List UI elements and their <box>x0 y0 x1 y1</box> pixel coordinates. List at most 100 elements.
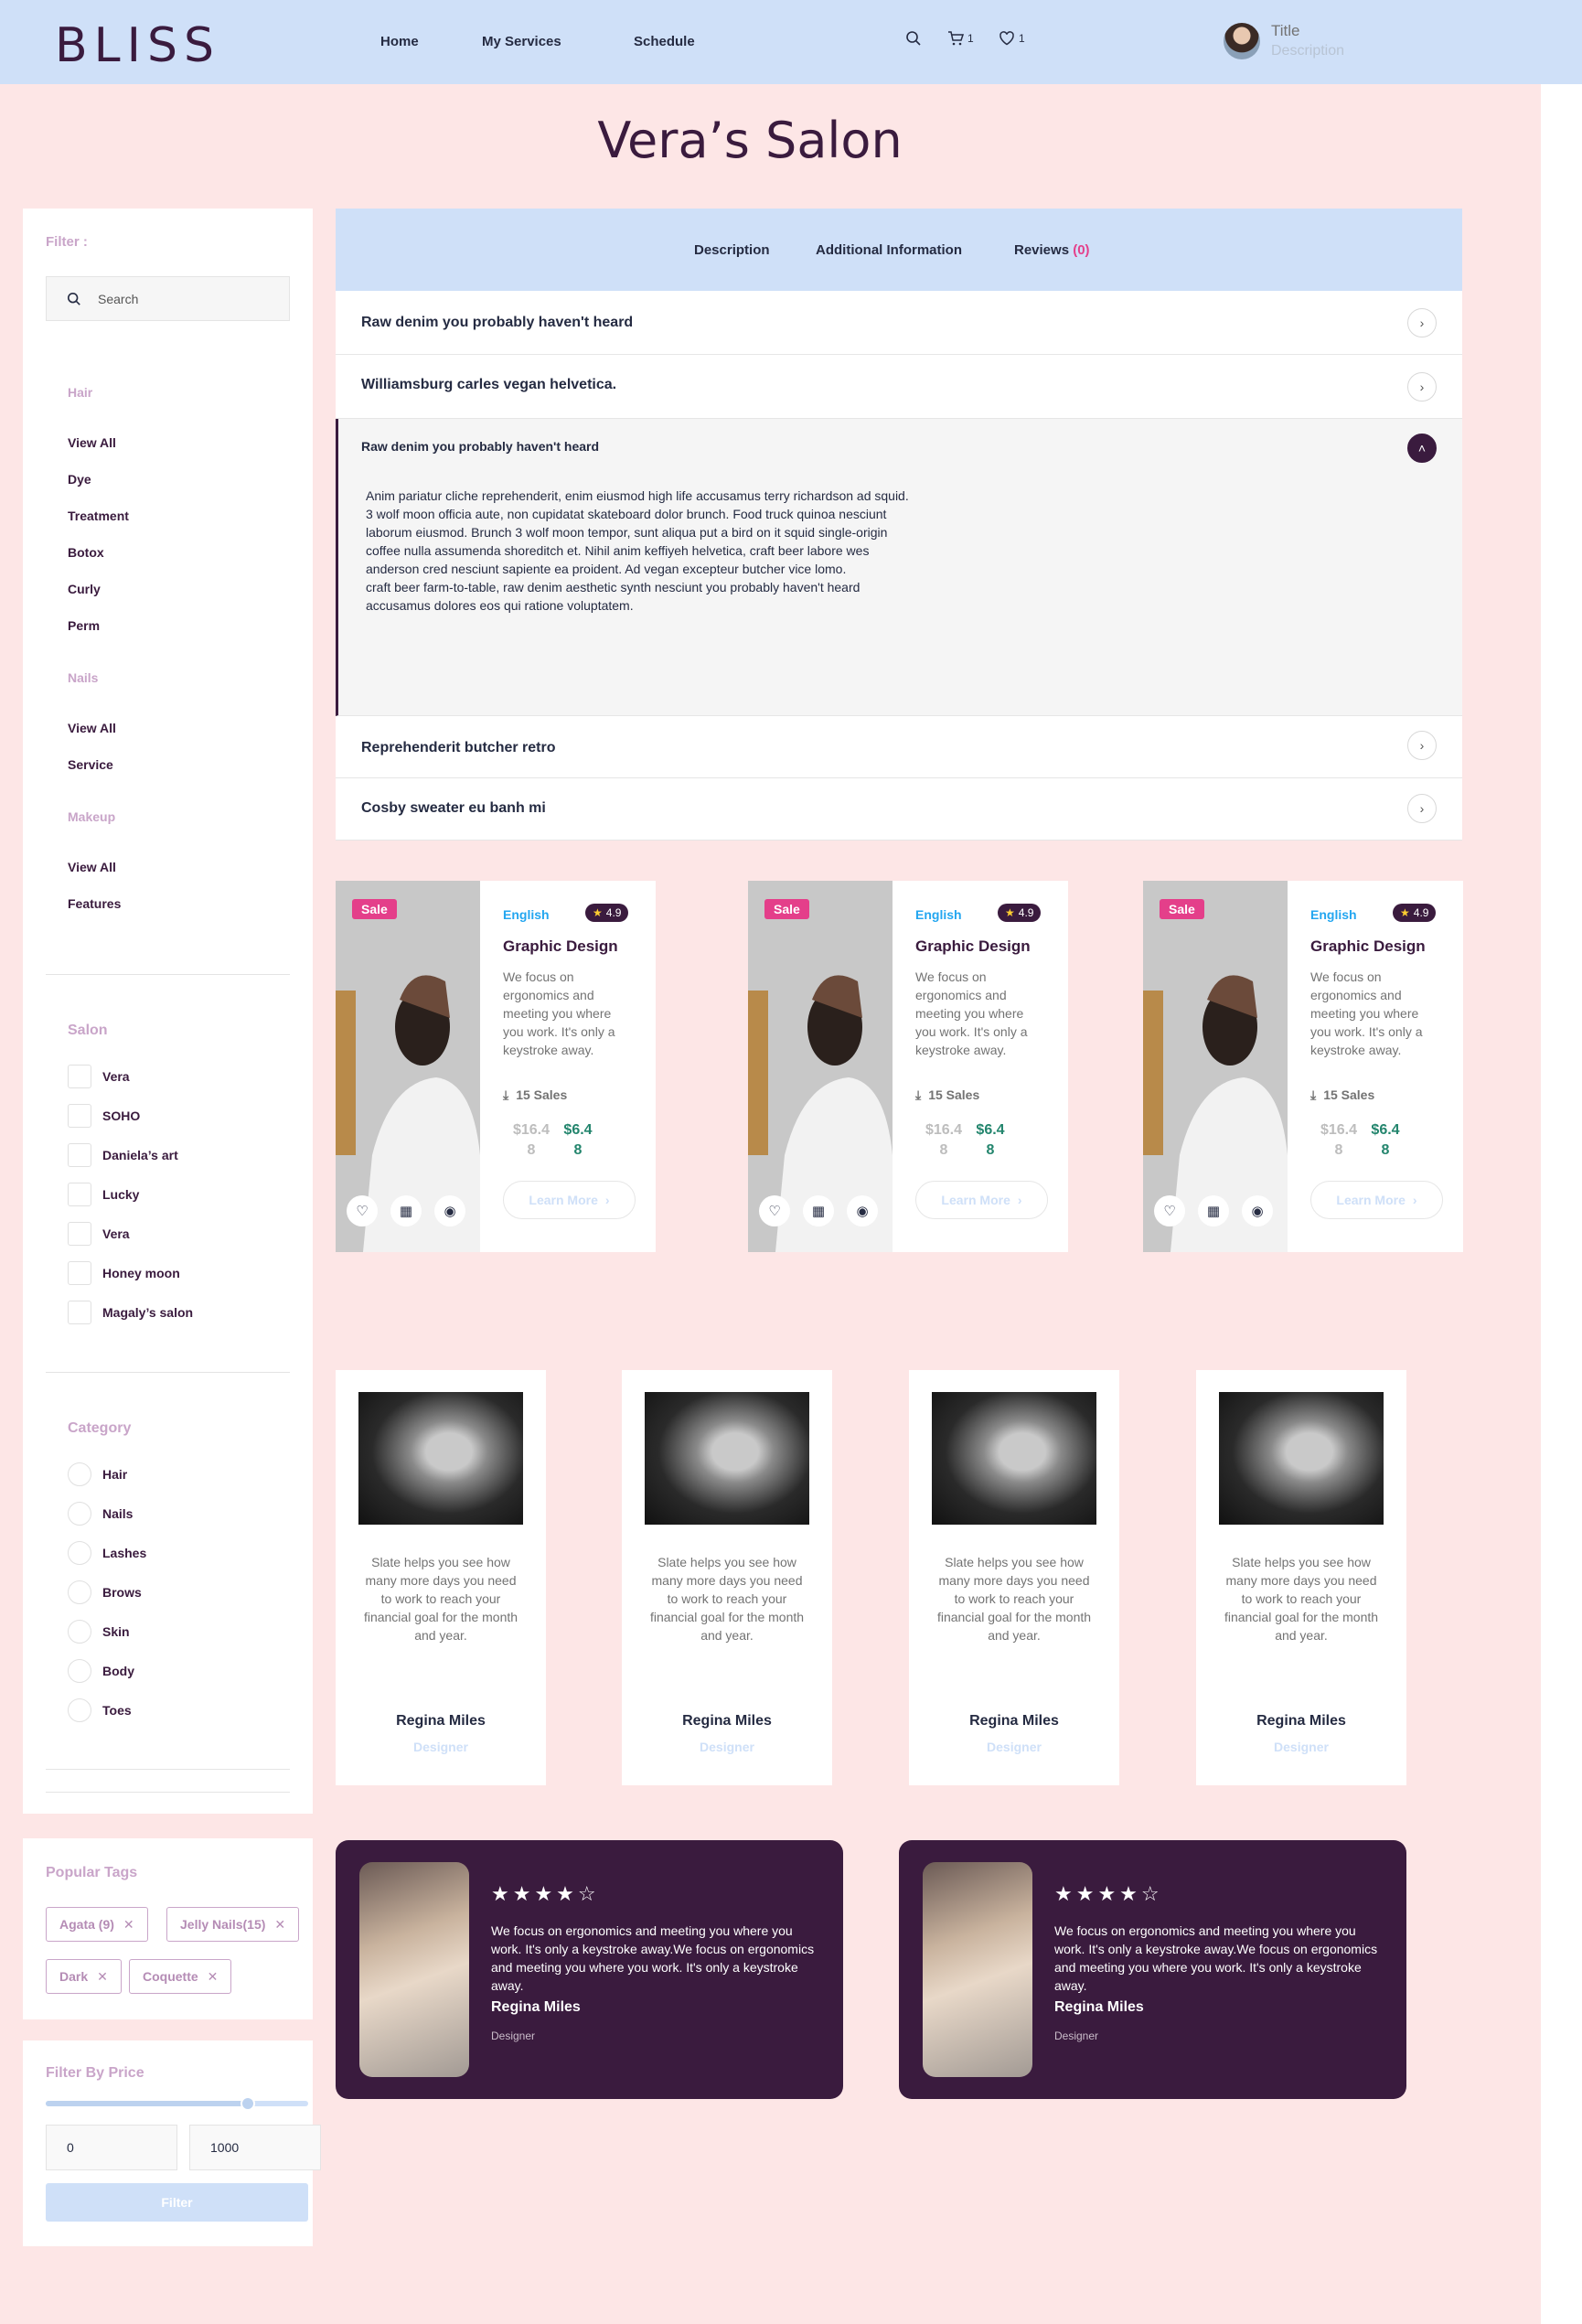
chevron-right-icon[interactable]: › <box>1407 372 1437 402</box>
salon-checkbox-soho[interactable]: SOHO <box>68 1104 140 1128</box>
hair-dye[interactable]: Dye <box>68 472 91 487</box>
nav-my-services[interactable]: My Services <box>482 34 561 49</box>
radio[interactable] <box>68 1620 91 1644</box>
accordion-item-4[interactable]: Reprehenderit butcher retro › <box>336 716 1462 778</box>
testimonial-name: Regina Miles <box>491 1999 581 2015</box>
eye-icon[interactable]: ◉ <box>1242 1195 1273 1226</box>
tag-label: Agata (9) <box>59 1917 114 1932</box>
wishlist-button[interactable]: 1 <box>999 30 1025 47</box>
tag-jelly-nails[interactable]: Jelly Nails(15) ✕ <box>166 1907 300 1942</box>
new-price: $6.48 <box>976 1122 1005 1158</box>
learn-more-button[interactable]: Learn More › <box>915 1181 1048 1219</box>
tab-description[interactable]: Description <box>694 242 770 258</box>
nails-service[interactable]: Service <box>68 757 113 772</box>
user-profile[interactable]: Title Description <box>1224 22 1344 59</box>
radio[interactable] <box>68 1698 91 1722</box>
tag-coquette[interactable]: Coquette ✕ <box>129 1959 232 1994</box>
hair-perm[interactable]: Perm <box>68 618 100 633</box>
calendar-icon[interactable]: ▦ <box>803 1195 834 1226</box>
hair-curly[interactable]: Curly <box>68 582 101 596</box>
learn-more-label: Learn More <box>529 1193 598 1207</box>
filter-button[interactable]: Filter <box>46 2183 308 2222</box>
team-member-photo <box>358 1392 523 1525</box>
category-radio-hair[interactable]: Hair <box>68 1462 127 1486</box>
heart-icon[interactable]: ♡ <box>1154 1195 1185 1226</box>
radio[interactable] <box>68 1659 91 1683</box>
makeup-view-all[interactable]: View All <box>68 860 116 874</box>
hair-botox[interactable]: Botox <box>68 545 104 560</box>
accordion-item-1[interactable]: Raw denim you probably haven't heard › <box>336 291 1462 355</box>
product-card[interactable]: Sale ♡ ▦ ◉ English ★ 4.9 Graphic Design W… <box>336 881 656 1252</box>
radio[interactable] <box>68 1502 91 1526</box>
calendar-icon[interactable]: ▦ <box>390 1195 422 1226</box>
category-radio-brows[interactable]: Brows <box>68 1580 142 1604</box>
salon-checkbox-vera[interactable]: Vera <box>68 1065 130 1088</box>
testimonial-name: Regina Miles <box>1054 1999 1144 2015</box>
accordion-item-3-expanded[interactable]: Raw denim you probably haven't heard ˄ A… <box>336 419 1462 716</box>
tab-reviews[interactable]: Reviews (0) <box>1014 242 1090 258</box>
price-slider-track[interactable] <box>46 2096 308 2111</box>
salon-checkbox-magalys-salon[interactable]: Magaly’s salon <box>68 1301 193 1324</box>
hair-view-all[interactable]: View All <box>68 435 116 450</box>
heart-icon[interactable]: ♡ <box>759 1195 790 1226</box>
close-icon[interactable]: ✕ <box>123 1917 134 1933</box>
nav-home[interactable]: Home <box>380 34 419 49</box>
close-icon[interactable]: ✕ <box>274 1917 285 1933</box>
close-icon[interactable]: ✕ <box>97 1969 108 1985</box>
brand-logo[interactable]: BLISS <box>55 18 220 73</box>
chevron-right-icon[interactable]: › <box>1407 794 1437 823</box>
learn-more-label: Learn More <box>1336 1193 1406 1207</box>
price-max-input[interactable]: 1000 <box>189 2125 321 2170</box>
rating-badge: ★ 4.9 <box>1393 904 1437 922</box>
tab-additional-information[interactable]: Additional Information <box>816 242 962 258</box>
radio[interactable] <box>68 1541 91 1565</box>
chevron-right-icon[interactable]: › <box>1407 308 1437 337</box>
nails-view-all[interactable]: View All <box>68 721 116 735</box>
product-card[interactable]: Sale ♡ ▦ ◉ English ★ 4.9 Graphic Design W… <box>748 881 1068 1252</box>
eye-icon[interactable]: ◉ <box>434 1195 465 1226</box>
radio-label: Toes <box>102 1703 132 1718</box>
heart-icon[interactable]: ♡ <box>347 1195 378 1226</box>
checkbox[interactable] <box>68 1222 91 1246</box>
checkbox[interactable] <box>68 1065 91 1088</box>
price-slider-handle[interactable] <box>240 2096 255 2111</box>
learn-more-button[interactable]: Learn More › <box>1310 1181 1443 1219</box>
eye-icon[interactable]: ◉ <box>847 1195 878 1226</box>
category-radio-lashes[interactable]: Lashes <box>68 1541 146 1565</box>
calendar-icon[interactable]: ▦ <box>1198 1195 1229 1226</box>
search-icon[interactable] <box>905 30 922 47</box>
price-min-input[interactable]: 0 <box>46 2125 177 2170</box>
hair-treatment[interactable]: Treatment <box>68 509 129 523</box>
checkbox[interactable] <box>68 1104 91 1128</box>
sidebar-divider <box>46 1792 290 1793</box>
category-radio-nails[interactable]: Nails <box>68 1502 133 1526</box>
chevron-right-icon[interactable]: › <box>1407 731 1437 760</box>
product-card[interactable]: Sale ♡ ▦ ◉ English ★ 4.9 Graphic Design W… <box>1143 881 1463 1252</box>
close-icon[interactable]: ✕ <box>208 1969 219 1985</box>
product-sales: ⤓ 15 Sales <box>915 1087 979 1103</box>
checkbox[interactable] <box>68 1261 91 1285</box>
checkbox[interactable] <box>68 1183 91 1206</box>
accordion-item-5[interactable]: Cosby sweater eu banh mi › <box>336 778 1462 841</box>
category-radio-body[interactable]: Body <box>68 1659 134 1683</box>
star-icon: ★ <box>593 906 603 919</box>
chevron-up-icon[interactable]: ˄ <box>1407 434 1437 463</box>
checkbox[interactable] <box>68 1143 91 1167</box>
checkbox[interactable] <box>68 1301 91 1324</box>
accordion-item-2[interactable]: Williamsburg carles vegan helvetica. › <box>336 355 1462 419</box>
learn-more-button[interactable]: Learn More › <box>503 1181 636 1219</box>
salon-checkbox-vera-2[interactable]: Vera <box>68 1222 130 1246</box>
cart-button[interactable]: 1 <box>947 30 974 47</box>
salon-checkbox-lucky[interactable]: Lucky <box>68 1183 139 1206</box>
nav-schedule[interactable]: Schedule <box>634 34 695 49</box>
salon-checkbox-danielas-art[interactable]: Daniela’s art <box>68 1143 178 1167</box>
makeup-features[interactable]: Features <box>68 896 121 911</box>
radio[interactable] <box>68 1580 91 1604</box>
radio[interactable] <box>68 1462 91 1486</box>
tag-agata[interactable]: Agata (9) ✕ <box>46 1907 148 1942</box>
category-radio-toes[interactable]: Toes <box>68 1698 132 1722</box>
tag-dark[interactable]: Dark ✕ <box>46 1959 122 1994</box>
salon-checkbox-honey-moon[interactable]: Honey moon <box>68 1261 180 1285</box>
category-radio-skin[interactable]: Skin <box>68 1620 130 1644</box>
search-input[interactable]: Search <box>46 276 290 321</box>
